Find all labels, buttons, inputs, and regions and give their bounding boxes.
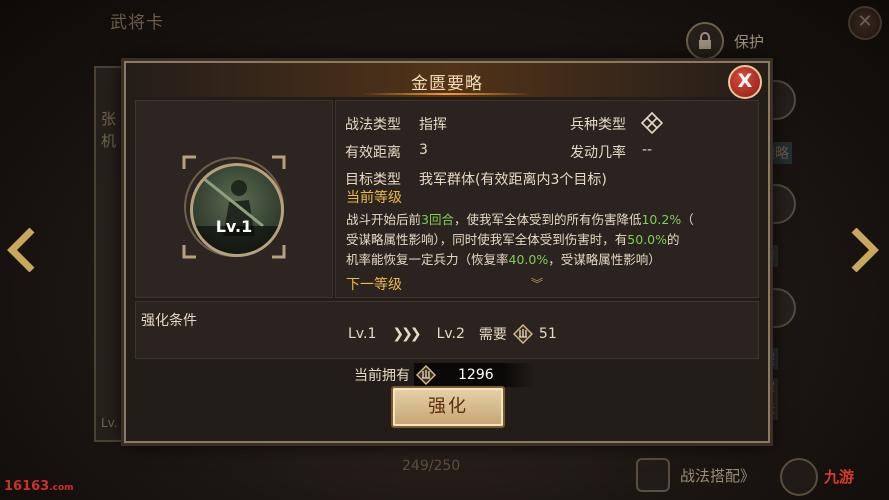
tactics-label: 战法搭配》 [680, 466, 756, 485]
current-level-text: 战斗开始后前3回合，使我军全体受到的所有伤害降低10.2%（ 受谋略属性影响），… [346, 210, 751, 270]
watermark-left: 16163.com [4, 479, 74, 494]
portrait-panel: Lv.1 [135, 100, 333, 298]
range-label: 有效距离 [345, 145, 401, 161]
close-button[interactable]: X [728, 65, 762, 99]
tactics-icon [636, 458, 670, 492]
desc-hl-recovery: 40.0% [508, 252, 549, 267]
chance-value: -- [642, 142, 653, 158]
type-label: 战法类型 [345, 117, 401, 133]
tactic-point-icon [416, 365, 436, 385]
scroll-down-icon: ︾ [531, 277, 544, 291]
desc-line2-a: 受谋略属性影响），同时使我军全体受到伤害时，有 [346, 232, 628, 247]
lock-icon [686, 22, 724, 60]
owned-box: 1296 [414, 363, 534, 387]
watermark-left-text: 16163 [4, 479, 50, 494]
card-counter: 249/250 [402, 458, 461, 474]
tactic-description[interactable]: 当前等级 战斗开始后前3回合，使我军全体受到的所有伤害降低10.2%（ 受谋略属… [346, 187, 751, 292]
desc-line2-b: 的 [666, 232, 680, 247]
general-figure-icon [190, 163, 284, 257]
desc-hl-chance: 50.0% [627, 232, 667, 247]
next-level-title: 下一等级 [346, 277, 402, 292]
side-char-2: 机 [101, 132, 117, 150]
tactic-detail-dialog: 金匮要略 X Lv.1 战法类型 指挥 兵种类型 有效距离 3 发动几率 -- … [124, 61, 770, 443]
upgrade-row: Lv.1 ❯❯❯ Lv.2 需要 51 [348, 324, 557, 344]
range-value: 3 [419, 142, 428, 158]
desc-line1-b: ，使我军全体受到的所有伤害降低 [453, 212, 642, 227]
watermark-right: 九游 [824, 468, 855, 486]
strengthen-button[interactable]: 强化 [391, 386, 505, 428]
desc-line3-b: ，受谋略属性影响） [548, 252, 661, 267]
protect-label: 保护 [734, 32, 765, 51]
unit-type-icon [641, 112, 663, 134]
desc-line1-c: （ [681, 212, 694, 227]
unit-type-label: 兵种类型 [570, 117, 626, 133]
header-glow [362, 93, 532, 95]
need-value: 51 [538, 326, 557, 342]
type-value: 指挥 [419, 117, 447, 133]
target-value: 我军群体(有效距离内3个目标) [419, 172, 607, 188]
tactics-button[interactable]: 战法搭配》 [636, 458, 755, 492]
side-char-1: 张 [101, 110, 117, 128]
background-close-icon[interactable]: ✕ [848, 6, 882, 40]
desc-line1-a: 战斗开始后前 [346, 212, 422, 227]
share-icon[interactable] [780, 458, 818, 496]
owned-label: 当前拥有 [354, 368, 410, 384]
tactic-level: Lv.1 [215, 217, 253, 236]
dialog-title: 金匮要略 [411, 74, 483, 94]
next-arrow-icon[interactable] [850, 228, 880, 272]
tactic-info-panel: 战法类型 指挥 兵种类型 有效距离 3 发动几率 -- 目标类型 我军群体(有效… [335, 100, 759, 298]
upgrade-label: 强化条件 [141, 313, 197, 329]
need-label: 需要 [478, 327, 507, 343]
to-level: Lv.2 [436, 326, 465, 342]
from-level: Lv.1 [348, 326, 377, 342]
current-level-title: 当前等级 [346, 190, 402, 206]
watermark-left-suffix: .com [49, 483, 74, 493]
background-title: 武将卡 [110, 13, 164, 33]
tactic-point-icon [512, 324, 533, 344]
previous-arrow-icon[interactable] [6, 228, 36, 272]
upgrade-conditions-panel: 强化条件 Lv.1 ❯❯❯ Lv.2 需要 51 [135, 301, 759, 359]
target-label: 目标类型 [345, 172, 401, 188]
side-level: Lv. [101, 416, 118, 430]
chance-label: 发动几率 [570, 145, 626, 161]
owned-value: 1296 [458, 367, 494, 383]
protect-button[interactable]: 保护 [686, 22, 764, 60]
desc-hl-reduction: 10.2% [641, 212, 682, 227]
chevron-right-icon: ❯❯❯ [392, 326, 421, 342]
desc-hl-rounds: 3回合 [421, 212, 454, 227]
tactic-portrait: Lv.1 [182, 155, 286, 259]
owned-row: 当前拥有 1296 [354, 363, 534, 387]
desc-line3-a: 机率能恢复一定兵力（恢复率 [346, 252, 509, 267]
general-card-edge: 张 机 Lv. [94, 66, 128, 442]
